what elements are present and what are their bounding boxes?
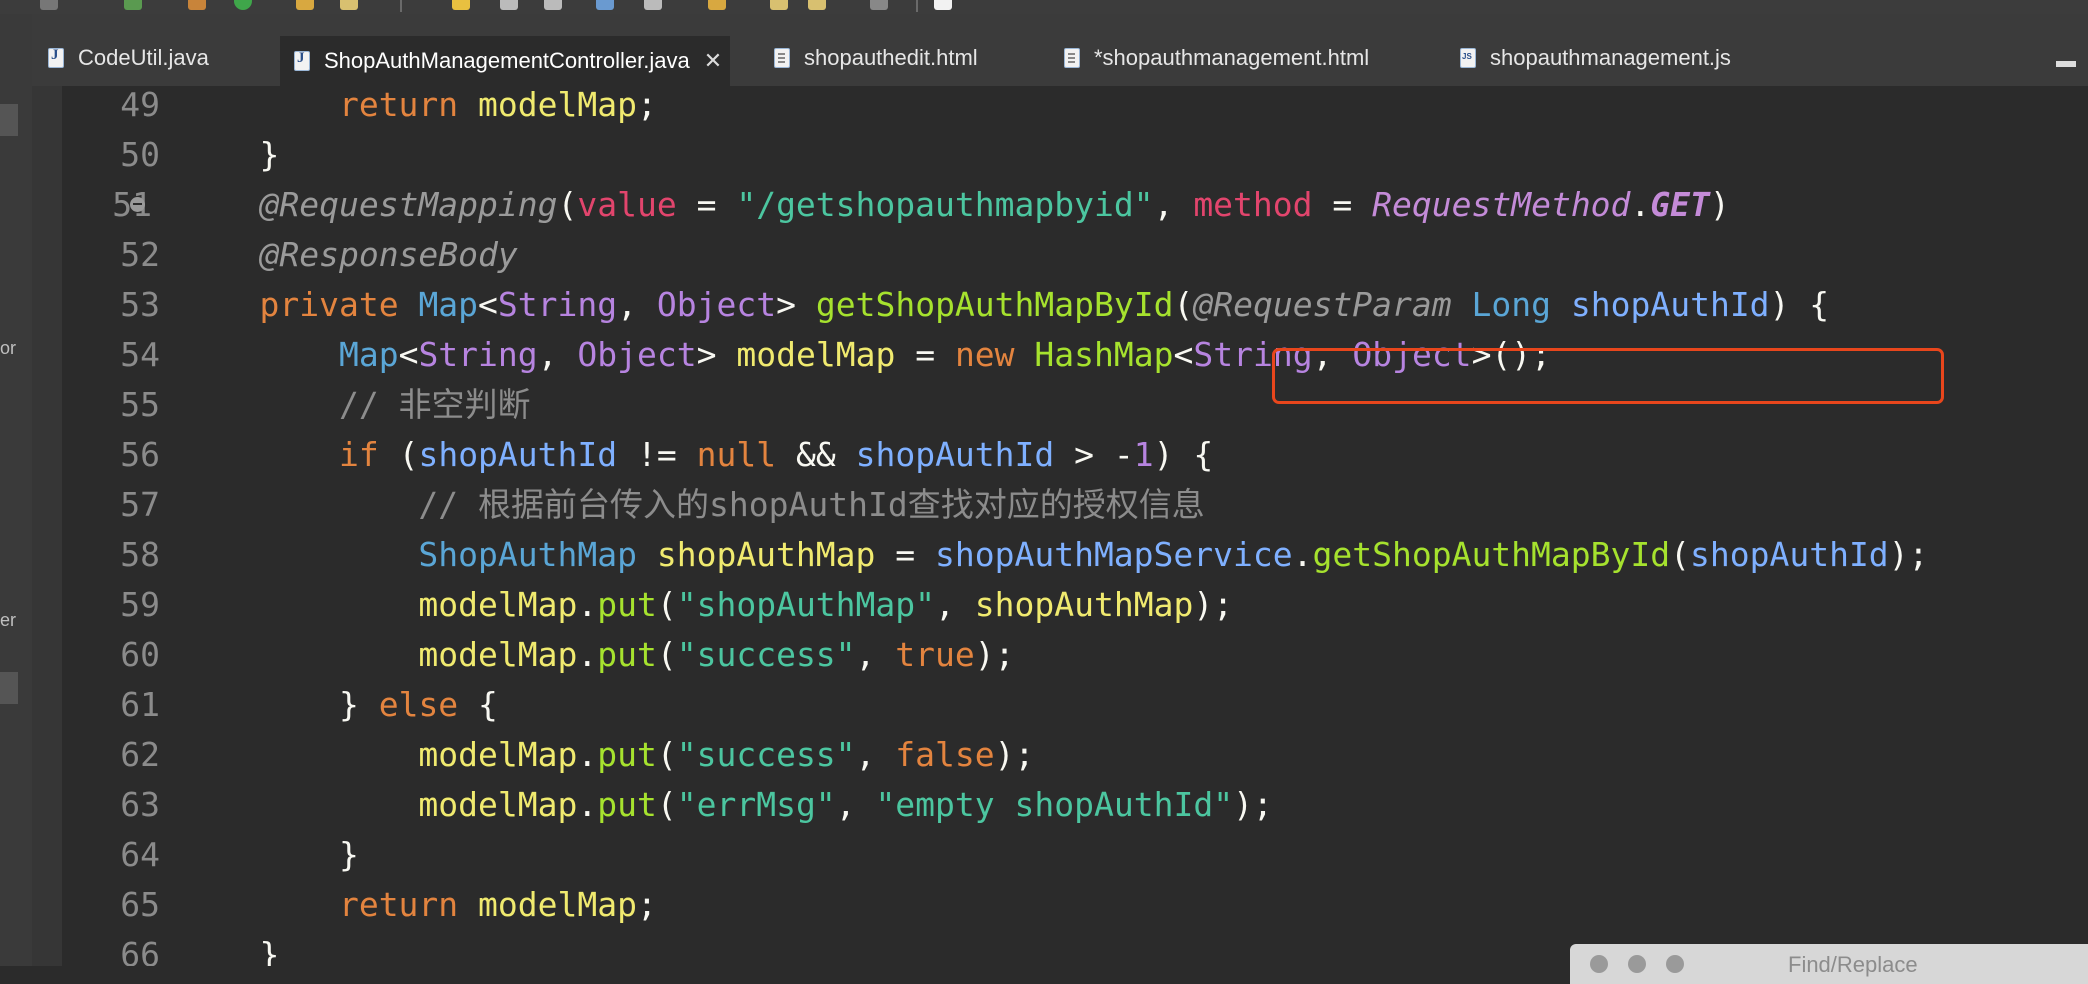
js-file-icon	[1460, 48, 1476, 68]
code-editor[interactable]: 49 50 51 52 53 54 55 56 57 58 59 60 61 6…	[32, 86, 2088, 966]
html-file-icon	[1064, 48, 1080, 68]
tab-label: CodeUtil.java	[78, 45, 209, 70]
tab-codeutil[interactable]: CodeUtil.java	[48, 34, 209, 82]
code-line-52: @ResponseBody	[259, 235, 518, 274]
toolbar-divider	[400, 0, 402, 12]
line-number: 60	[120, 635, 160, 674]
line-number: 62	[120, 735, 160, 774]
tab-label: shopauthedit.html	[804, 45, 978, 70]
run-icon[interactable]	[234, 0, 252, 10]
find-replace-dialog[interactable]: Find/Replace	[1570, 944, 2088, 984]
code-line-55: // 非空判断	[338, 385, 531, 424]
fold-collapse-icon[interactable]	[130, 197, 145, 212]
toolbar-icon[interactable]	[452, 0, 470, 10]
toolbar-icon[interactable]	[124, 0, 142, 10]
editor-tab-bar: CodeUtil.java ShopAuthManagementControll…	[32, 14, 2088, 87]
toolbar-icon[interactable]	[340, 0, 358, 10]
toolbar-icon[interactable]	[188, 0, 206, 10]
line-number: 59	[120, 585, 160, 624]
toolbar-icon[interactable]	[296, 0, 314, 10]
minimize-icon[interactable]: ▬	[2056, 50, 2076, 73]
java-file-icon	[294, 50, 310, 71]
line-number: 54	[120, 335, 160, 374]
panel-text-fragment: er	[0, 610, 17, 630]
line-number: 66	[120, 935, 160, 966]
code-line-65: return modelMap;	[338, 885, 657, 924]
main-toolbar	[0, 0, 2088, 14]
toolbar-divider	[916, 0, 918, 12]
toolbar-icon[interactable]	[870, 0, 888, 10]
java-file-icon	[48, 47, 64, 68]
code-line-49: return modelMap;	[338, 86, 657, 124]
line-number: 50	[120, 135, 160, 174]
code-line-61: } else {	[338, 685, 498, 724]
toolbar-icon[interactable]	[708, 0, 726, 10]
code-line-50: }	[259, 135, 280, 174]
toolbar-icon[interactable]	[544, 0, 562, 10]
tab-shopauthmanagementcontroller[interactable]: ShopAuthManagementController.java ✕	[280, 36, 731, 86]
close-icon[interactable]: ✕	[704, 50, 722, 72]
toolbar-icon[interactable]	[770, 0, 788, 10]
highlight-annotation-box	[1272, 348, 1944, 404]
code-line-60: modelMap.put("success", true);	[418, 635, 1015, 674]
toolbar-icon[interactable]	[596, 0, 614, 10]
line-number: 58	[120, 535, 160, 574]
zoom-window-icon[interactable]	[1666, 955, 1684, 973]
close-window-icon[interactable]	[1590, 955, 1608, 973]
minimize-window-icon[interactable]	[1628, 955, 1646, 973]
tab-shopauthmanagement-js[interactable]: shopauthmanagement.js	[1460, 34, 1731, 82]
find-replace-title: Find/Replace	[1788, 952, 1918, 977]
panel-selection	[0, 672, 18, 704]
code-line-63: modelMap.put("errMsg", "empty shopAuthId…	[418, 785, 1273, 824]
line-number: 53	[120, 285, 160, 324]
toolbar-icon[interactable]	[500, 0, 518, 10]
panel-selection	[0, 104, 18, 136]
line-number: 52	[120, 235, 160, 274]
line-number: 64	[120, 835, 160, 874]
code-line-66: }	[259, 935, 280, 966]
toolbar-icon[interactable]	[644, 0, 662, 10]
code-line-53: private Map<String, Object> getShopAuthM…	[259, 285, 1830, 324]
tab-label: shopauthmanagement.js	[1490, 45, 1731, 70]
tab-label: ShopAuthManagementController.java	[324, 48, 690, 73]
line-number: 63	[120, 785, 160, 824]
tab-shopauthmanagement-html[interactable]: *shopauthmanagement.html	[1064, 34, 1369, 82]
toolbar-icon[interactable]	[40, 0, 58, 10]
line-number: 61	[120, 685, 160, 724]
toolbar-icon[interactable]	[934, 0, 952, 10]
line-number: 55	[120, 385, 160, 424]
line-number: 56	[120, 435, 160, 474]
left-side-panel: or er	[0, 14, 32, 966]
code-line-57: // 根据前台传入的shopAuthId查找对应的授权信息	[418, 485, 1205, 524]
editor-ruler	[32, 86, 62, 966]
line-number: 65	[120, 885, 160, 924]
toolbar-icon[interactable]	[808, 0, 826, 10]
line-number: 57	[120, 485, 160, 524]
panel-text-fragment: or	[0, 338, 17, 358]
code-line-62: modelMap.put("success", false);	[418, 735, 1035, 774]
code-line-56: if (shopAuthId != null && shopAuthId > -…	[338, 435, 1214, 474]
html-file-icon	[774, 48, 790, 68]
tab-label: *shopauthmanagement.html	[1094, 45, 1370, 70]
line-number: 49	[120, 86, 160, 124]
code-line-59: modelMap.put("shopAuthMap", shopAuthMap)…	[418, 585, 1234, 624]
code-line-51: @RequestMapping(value = "/getshopauthmap…	[259, 185, 1730, 224]
code-line-64: }	[338, 835, 359, 874]
code-line-58: ShopAuthMap shopAuthMap = shopAuthMapSer…	[418, 535, 1929, 574]
tab-shopauthedit[interactable]: shopauthedit.html	[774, 34, 978, 82]
